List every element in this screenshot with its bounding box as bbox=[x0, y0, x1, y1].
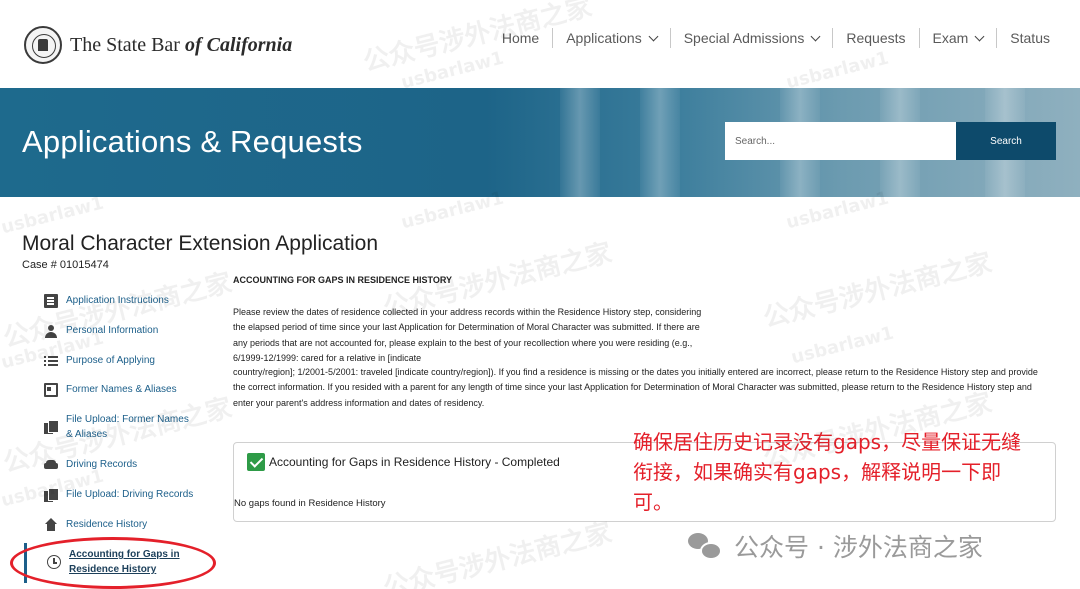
section-heading: ACCOUNTING FOR GAPS IN RESIDENCE HISTORY bbox=[233, 275, 453, 285]
result-note: No gaps found in Residence History bbox=[234, 498, 386, 509]
watermark-en: usbarlaw1 bbox=[789, 322, 896, 369]
files-icon bbox=[44, 488, 59, 502]
chevron-down-icon bbox=[648, 31, 659, 41]
column-decoration bbox=[640, 88, 680, 197]
footer-watermark: 公众号 · 涉外法商之家 bbox=[688, 528, 983, 564]
red-annotation-note: 确保居住历史记录没有gaps，尽量保证无缝衔接，如果确实有gaps，解释说明一下… bbox=[633, 430, 1022, 514]
chevron-down-icon bbox=[974, 31, 985, 41]
watermark-cn: 公众号涉外法商之家 bbox=[0, 268, 235, 354]
search-button[interactable]: Search bbox=[956, 122, 1056, 160]
result-status-title: Accounting for Gaps in Residence History… bbox=[269, 455, 560, 469]
main-nav: Home Applications Special Admissions Req… bbox=[489, 28, 1050, 48]
home-icon bbox=[44, 518, 58, 532]
sidebar-item-former-names[interactable]: Former Names & Aliases bbox=[44, 382, 196, 397]
instructions-paragraph-continued: country/region]; 1/2001-5/2001: traveled… bbox=[233, 367, 1038, 408]
nav-requests[interactable]: Requests bbox=[833, 28, 920, 48]
watermark-cn: 公众号涉外法商之家 bbox=[380, 518, 615, 589]
wechat-icon bbox=[688, 533, 722, 560]
page-title: Moral Character Extension Application bbox=[22, 232, 379, 255]
document-list-icon bbox=[44, 294, 58, 308]
search-input[interactable] bbox=[725, 122, 956, 160]
top-bar: The State Bar of California Home Applica… bbox=[0, 0, 1080, 88]
case-number: Case # 01015474 bbox=[22, 259, 109, 271]
person-icon bbox=[44, 324, 58, 338]
sidebar-item-application-instructions[interactable]: Application Instructions bbox=[44, 293, 196, 308]
column-decoration bbox=[560, 88, 600, 197]
id-card-icon bbox=[44, 383, 58, 397]
sidebar-item-driving-records[interactable]: Driving Records bbox=[44, 457, 196, 472]
nav-applications[interactable]: Applications bbox=[553, 28, 671, 48]
sidebar-item-purpose-of-applying[interactable]: Purpose of Applying bbox=[44, 353, 196, 368]
files-icon bbox=[44, 420, 59, 434]
hero-banner: Applications & Requests Search bbox=[0, 88, 1080, 197]
sidebar-item-upload-former-names[interactable]: File Upload: Former Names & Aliases bbox=[44, 412, 194, 442]
annotation-highlight-oval bbox=[10, 537, 216, 589]
nav-home[interactable]: Home bbox=[489, 28, 554, 48]
sidebar-item-upload-driving-records[interactable]: File Upload: Driving Records bbox=[44, 487, 196, 502]
nav-special-admissions[interactable]: Special Admissions bbox=[671, 28, 834, 48]
logo-text: The State Bar of California bbox=[70, 33, 293, 56]
chevron-down-icon bbox=[810, 31, 821, 41]
sidebar-item-residence-history[interactable]: Residence History bbox=[44, 517, 196, 532]
car-icon bbox=[44, 458, 58, 472]
state-seal-icon bbox=[24, 26, 62, 64]
sidebar-item-personal-information[interactable]: Personal Information bbox=[44, 323, 196, 338]
state-bar-logo[interactable]: The State Bar of California bbox=[24, 26, 292, 64]
nav-exam[interactable]: Exam bbox=[920, 28, 998, 48]
hero-title: Applications & Requests bbox=[22, 124, 363, 159]
checkmark-icon bbox=[247, 453, 265, 471]
nav-status[interactable]: Status bbox=[997, 28, 1050, 48]
list-icon bbox=[44, 354, 58, 368]
watermark-cn: 公众号涉外法商之家 bbox=[760, 248, 995, 334]
instructions-paragraph: Please review the dates of residence col… bbox=[233, 307, 702, 363]
